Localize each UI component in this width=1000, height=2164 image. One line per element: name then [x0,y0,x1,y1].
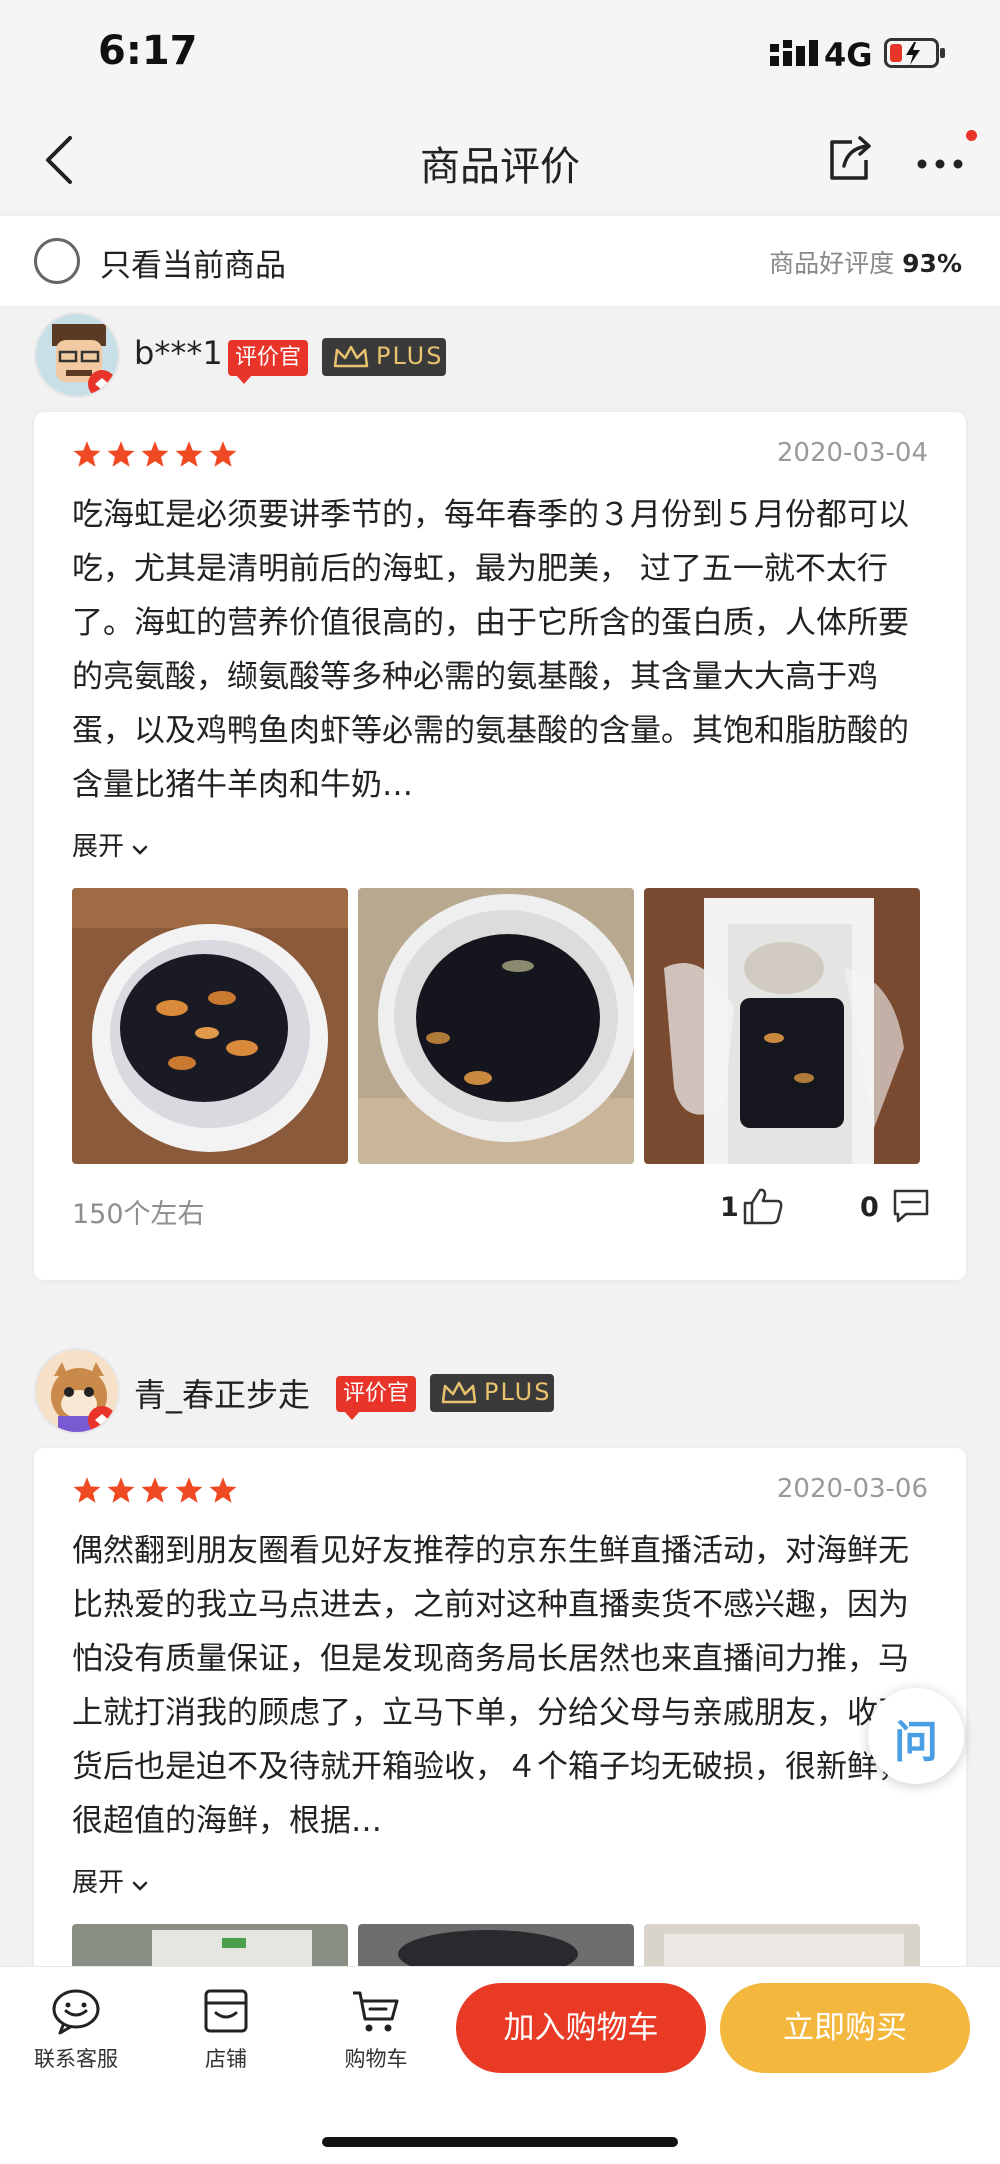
plus-badge: PLUS [322,338,446,376]
review-photo[interactable] [644,888,920,1164]
comment-icon[interactable] [892,1188,930,1224]
status-time: 6:17 [98,28,198,74]
review-text: 偶然翻到朋友圈看见好友推荐的京东生鲜直播活动，对海鲜无比热爱的我立马点进去，之前… [72,1533,909,1839]
positive-rating: 商品好评度 93% [769,244,962,280]
notification-dot [966,130,977,141]
review-card: 2020-03-04 吃海虹是必须要讲季节的，每年春季的３月份到５月份都可以吃，… [34,412,966,1280]
only-current-product-label[interactable]: 只看当前商品 [100,240,286,285]
filter-bar: 只看当前商品 商品好评度 93% [0,216,1000,306]
username: 青_春正步走 [134,1376,311,1414]
customer-service-icon [52,1989,100,2035]
star-icon [175,1477,203,1503]
signal-icon [770,40,818,66]
rating-label: 商品好评度 [769,249,895,278]
tab-cart-label: 购物车 [344,2047,408,2071]
chevron-down-icon [132,1881,148,1891]
home-indicator[interactable] [322,2137,678,2147]
like-count: 1 [720,1192,739,1223]
review-user-row: b***1 评价官 PLUS [0,310,1000,410]
star-icon [175,441,203,467]
review-photo[interactable] [72,888,348,1164]
rating-value: 93% [902,249,962,278]
status-bar: 6:17 4G [0,0,1000,110]
only-current-product-radio[interactable] [34,238,80,284]
star-icon [73,1477,101,1503]
crown-icon [333,345,369,368]
star-icon [107,441,135,467]
reviewer-badge: 评价官 [336,1376,417,1420]
tab-shop[interactable]: 店铺 [156,1987,296,2073]
star-rating [72,440,242,470]
more-icon[interactable] [912,136,972,186]
avatar[interactable] [34,312,120,398]
plus-label: PLUS [484,1378,552,1406]
username: b***1 [134,334,223,372]
star-icon [209,441,237,467]
expand-button[interactable]: 展开 [72,826,148,863]
review-user-row: 青_春正步走 评价官 PLUS [0,1346,1000,1446]
crown-icon [441,1381,477,1404]
expand-button[interactable]: 展开 [72,1862,148,1899]
star-icon [141,441,169,467]
star-icon [141,1477,169,1503]
review-photo[interactable] [358,888,634,1164]
expand-label: 展开 [72,1868,125,1898]
star-icon [107,1477,135,1503]
nav-bar: 商品评价 [0,110,1000,210]
buy-now-button[interactable]: 立即购买 [720,1983,970,2073]
cart-icon [353,1991,399,2032]
tab-customer-service[interactable]: 联系客服 [6,1987,146,2073]
battery-icon [884,38,945,68]
review-card: 2020-03-06 偶然翻到朋友圈看见好友推荐的京东生鲜直播活动，对海鲜无比热… [34,1448,966,1968]
add-to-cart-button[interactable]: 加入购物车 [456,1983,706,2073]
expand-label: 展开 [72,832,125,862]
ask-question-button[interactable]: 问 [868,1688,964,1784]
review-date: 2020-03-04 [776,438,928,468]
shop-icon [204,1989,248,2033]
chevron-down-icon [132,845,148,855]
star-rating [72,1476,242,1506]
star-icon [209,1477,237,1503]
avatar[interactable] [34,1348,120,1434]
tab-cart[interactable]: 购物车 [306,1987,446,2073]
review-photo[interactable] [358,1924,634,1968]
review-date: 2020-03-06 [776,1474,928,1504]
tab-shop-label: 店铺 [205,2047,247,2071]
star-icon [73,441,101,467]
network-type: 4G [824,36,873,74]
thumbs-up-icon[interactable] [742,1186,784,1226]
reviewer-badge: 评价官 [228,340,309,384]
review-photo[interactable] [644,1924,920,1968]
review-text: 吃海虹是必须要讲季节的，每年春季的３月份到５月份都可以吃，尤其是清明前后的海虹，… [72,497,909,803]
review-photo[interactable] [72,1924,348,1968]
ask-question-label: 问 [894,1717,938,1768]
plus-label: PLUS [376,342,444,370]
product-spec: 150个左右 [72,1199,205,1230]
tab-customer-service-label: 联系客服 [34,2047,118,2071]
comment-count: 0 [860,1192,879,1223]
share-icon[interactable] [824,134,874,184]
plus-badge: PLUS [430,1374,554,1412]
bottom-bar: 联系客服 店铺 购物车 加入购物车 立即购买 [0,1966,1000,2164]
